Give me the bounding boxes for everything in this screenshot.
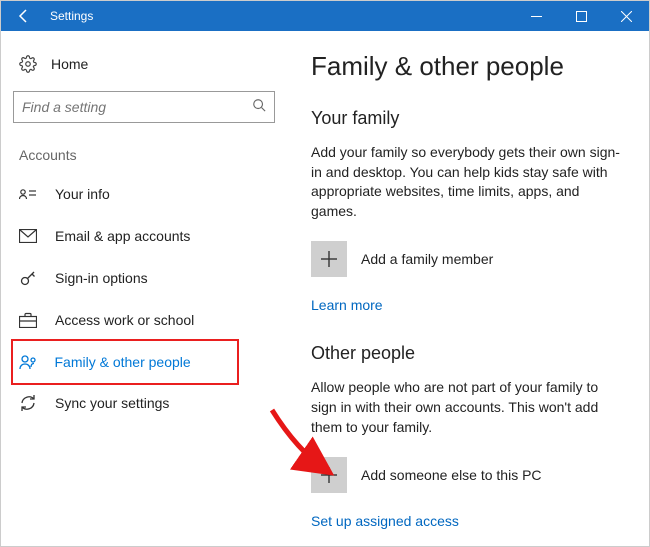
minimize-button[interactable]	[514, 1, 559, 31]
main-panel: Family & other people Your family Add yo…	[291, 31, 649, 546]
nav-label: Email & app accounts	[55, 228, 190, 244]
back-button[interactable]	[1, 1, 46, 31]
section-label: Accounts	[19, 147, 279, 163]
nav-label: Family & other people	[55, 354, 191, 370]
window-title: Settings	[50, 9, 514, 23]
plus-icon	[311, 457, 347, 493]
add-family-member-button[interactable]: Add a family member	[311, 241, 625, 277]
nav-label: Access work or school	[55, 312, 194, 328]
search-field[interactable]	[22, 99, 252, 115]
gear-icon	[19, 55, 37, 73]
learn-more-link[interactable]: Learn more	[311, 297, 625, 313]
nav-label: Your info	[55, 186, 110, 202]
family-heading: Your family	[311, 108, 625, 129]
sidebar-item-email[interactable]: Email & app accounts	[13, 215, 279, 257]
titlebar: Settings	[1, 1, 649, 31]
settings-window: Settings Home Accounts	[0, 0, 650, 547]
add-other-user-button[interactable]: Add someone else to this PC	[311, 457, 625, 493]
add-family-label: Add a family member	[361, 251, 493, 267]
search-input[interactable]	[13, 91, 275, 123]
add-other-label: Add someone else to this PC	[361, 467, 542, 483]
sidebar-item-work[interactable]: Access work or school	[13, 299, 279, 341]
people-icon	[19, 353, 37, 371]
home-button[interactable]: Home	[13, 49, 279, 79]
maximize-button[interactable]	[559, 1, 604, 31]
nav-label: Sign-in options	[55, 270, 148, 286]
briefcase-icon	[19, 311, 37, 329]
sidebar: Home Accounts Your info Email & app	[1, 31, 291, 546]
page-title: Family & other people	[311, 51, 625, 82]
family-description: Add your family so everybody gets their …	[311, 143, 625, 221]
sidebar-item-sync[interactable]: Sync your settings	[13, 382, 279, 424]
sidebar-item-signin[interactable]: Sign-in options	[13, 257, 279, 299]
nav-label: Sync your settings	[55, 395, 169, 411]
search-icon	[252, 98, 266, 117]
sidebar-item-your-info[interactable]: Your info	[13, 173, 279, 215]
assigned-access-link[interactable]: Set up assigned access	[311, 513, 625, 529]
key-icon	[19, 269, 37, 287]
plus-icon	[311, 241, 347, 277]
other-description: Allow people who are not part of your fa…	[311, 378, 625, 437]
mail-icon	[19, 227, 37, 245]
close-button[interactable]	[604, 1, 649, 31]
sidebar-item-family[interactable]: Family & other people	[11, 339, 240, 385]
other-heading: Other people	[311, 343, 625, 364]
sync-icon	[19, 394, 37, 412]
window-body: Home Accounts Your info Email & app	[1, 31, 649, 546]
person-card-icon	[19, 185, 37, 203]
home-label: Home	[51, 56, 88, 72]
